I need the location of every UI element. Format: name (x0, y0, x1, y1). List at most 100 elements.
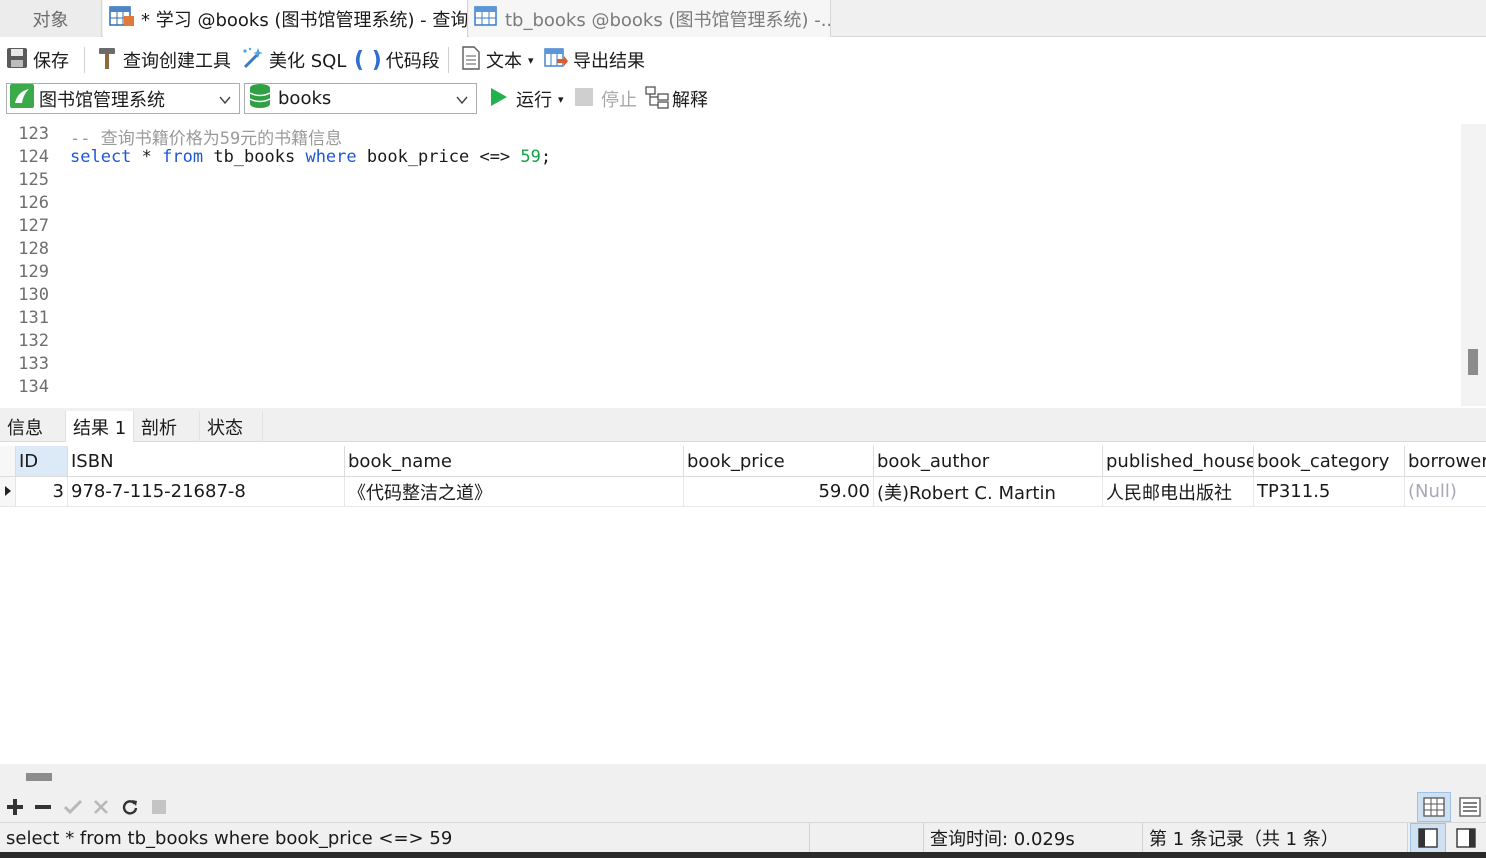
grid-view-icon (1423, 797, 1445, 817)
apply-changes-button[interactable] (61, 795, 85, 819)
column-header-isbn[interactable]: ISBN (68, 446, 345, 477)
line-number: 129 (18, 262, 49, 282)
code-snippet-button[interactable]: ( ) 代码段 (354, 45, 440, 75)
chevron-down-icon: ▾ (528, 53, 534, 67)
tab-status[interactable]: 状态 (200, 411, 263, 442)
parentheses-icon: ( ) (354, 47, 382, 73)
export-result-button[interactable]: 导出结果 (544, 45, 645, 75)
explain-tree-icon (645, 85, 669, 114)
window-bottom-edge (0, 852, 1486, 858)
stop-button[interactable]: 停止 (575, 84, 637, 114)
refresh-icon (122, 800, 138, 815)
toolbar-divider (448, 47, 449, 73)
run-button[interactable]: 运行 ▾ (488, 84, 564, 114)
save-button[interactable]: 保存 (6, 45, 69, 75)
stop-icon (152, 800, 166, 814)
line-number: 127 (18, 216, 49, 236)
tab-table-label: tb_books @books (图书馆管理系统) -... (505, 9, 831, 31)
table-cell[interactable]: TP311.5 (1254, 477, 1405, 507)
line-number: 133 (18, 354, 49, 374)
plus-icon (7, 799, 23, 815)
row-header-corner (0, 446, 16, 477)
add-record-button[interactable] (3, 795, 27, 819)
split-left-button[interactable] (1410, 823, 1446, 853)
discard-changes-button[interactable] (89, 795, 113, 819)
status-query-time: 查询时间: 0.029s (924, 823, 1143, 853)
query-table-icon (109, 4, 135, 33)
table-cell-null[interactable]: (Null) (1405, 477, 1486, 507)
chevron-down-icon (456, 91, 468, 112)
text-mode-dropdown[interactable]: 文本 ▾ (461, 45, 534, 75)
split-right-button[interactable] (1448, 823, 1484, 853)
tab-table-tb-books[interactable]: tb_books @books (图书馆管理系统) -... (469, 0, 831, 37)
tab-query[interactable]: * 学习 @books (图书馆管理系统) - 查询 (103, 0, 468, 37)
sql-number: 59 (520, 147, 541, 167)
tab-objects[interactable]: 对象 (0, 0, 102, 37)
line-number: 134 (18, 377, 49, 397)
table-cell[interactable]: (美)Robert C. Martin (874, 477, 1103, 507)
table-cell[interactable]: 人民邮电出版社 (1103, 477, 1254, 507)
check-icon (64, 799, 82, 815)
connection-icon (10, 84, 34, 113)
column-header-borrower[interactable]: borrower (1405, 446, 1486, 477)
horizontal-scrollbar-thumb[interactable] (26, 773, 52, 781)
row-pointer-icon (4, 481, 12, 502)
document-icon (461, 45, 481, 75)
sql-semicolon: ; (540, 147, 552, 167)
status-sql: select * from tb_books where book_price … (0, 823, 810, 853)
column-header-book-category[interactable]: book_category (1254, 446, 1405, 477)
export-table-icon (544, 46, 568, 75)
column-header-id[interactable]: ID (16, 446, 68, 477)
row-indicator[interactable] (0, 477, 16, 507)
sql-keyword-select: select (70, 147, 132, 167)
stop-query-button[interactable] (147, 795, 171, 819)
column-header-book-name[interactable]: book_name (345, 446, 684, 477)
database-select[interactable]: books (244, 83, 477, 114)
form-view-icon (1459, 797, 1481, 817)
line-number: 128 (18, 239, 49, 259)
sql-editor[interactable]: 123 124 125 126 127 128 129 130 131 132 133 134 -- … (0, 124, 1461, 406)
grid-view-button[interactable] (1417, 792, 1451, 822)
status-spacer (810, 823, 924, 853)
chevron-down-icon (219, 91, 231, 112)
table-cell[interactable]: 《代码整洁之道》 (345, 477, 684, 507)
tab-query-label: * 学习 @books (图书馆管理系统) - 查询 (141, 9, 468, 31)
delete-record-button[interactable] (31, 795, 55, 819)
chevron-down-icon: ▾ (558, 92, 564, 106)
play-icon (488, 87, 508, 112)
status-bar: select * from tb_books where book_price … (0, 822, 1486, 853)
refresh-button[interactable] (118, 795, 142, 819)
tab-info[interactable]: 信息 (0, 411, 66, 442)
column-header-published-house[interactable]: published_house (1103, 446, 1254, 477)
query-builder-button[interactable]: 查询创建工具 (96, 45, 231, 75)
panel-left-icon (1418, 828, 1438, 848)
grid-footer (0, 764, 1486, 822)
save-icon (6, 47, 28, 74)
code-line-sql: select * from tb_books where book_price … (70, 147, 551, 167)
column-header-book-price[interactable]: book_price (684, 446, 874, 477)
form-view-button[interactable] (1456, 792, 1484, 822)
table-cell[interactable]: 978-7-115-21687-8 (68, 477, 345, 507)
minus-icon (35, 805, 51, 809)
hammer-icon (96, 46, 118, 75)
editor-vertical-scrollbar[interactable] (1461, 124, 1486, 406)
stop-icon (575, 87, 593, 111)
tab-profile[interactable]: 剖析 (134, 411, 200, 442)
sql-condition: book_price <=> (356, 147, 521, 167)
column-header-book-author[interactable]: book_author (874, 446, 1103, 477)
document-tab-bar: 对象 * 学习 @books (图书馆管理系统) - 查询 tb_books @… (0, 0, 1486, 37)
connection-select[interactable]: 图书馆管理系统 (6, 83, 240, 114)
toolbar-divider (84, 47, 85, 73)
tab-result-1[interactable]: 结果 1 (66, 411, 134, 442)
sql-keyword-where: where (305, 147, 357, 167)
explain-button[interactable]: 解释 (645, 84, 708, 114)
beautify-sql-button[interactable]: 美化 SQL (240, 45, 346, 75)
line-number: 130 (18, 285, 49, 305)
table-cell[interactable]: 59.00 (684, 477, 874, 507)
table-cell[interactable]: 3 (16, 477, 68, 507)
tab-objects-label: 对象 (32, 9, 69, 31)
database-icon (248, 83, 272, 114)
close-icon (94, 800, 108, 814)
scrollbar-thumb[interactable] (1468, 349, 1478, 375)
result-grid: ID ISBN book_name book_price book_author… (0, 446, 1486, 764)
